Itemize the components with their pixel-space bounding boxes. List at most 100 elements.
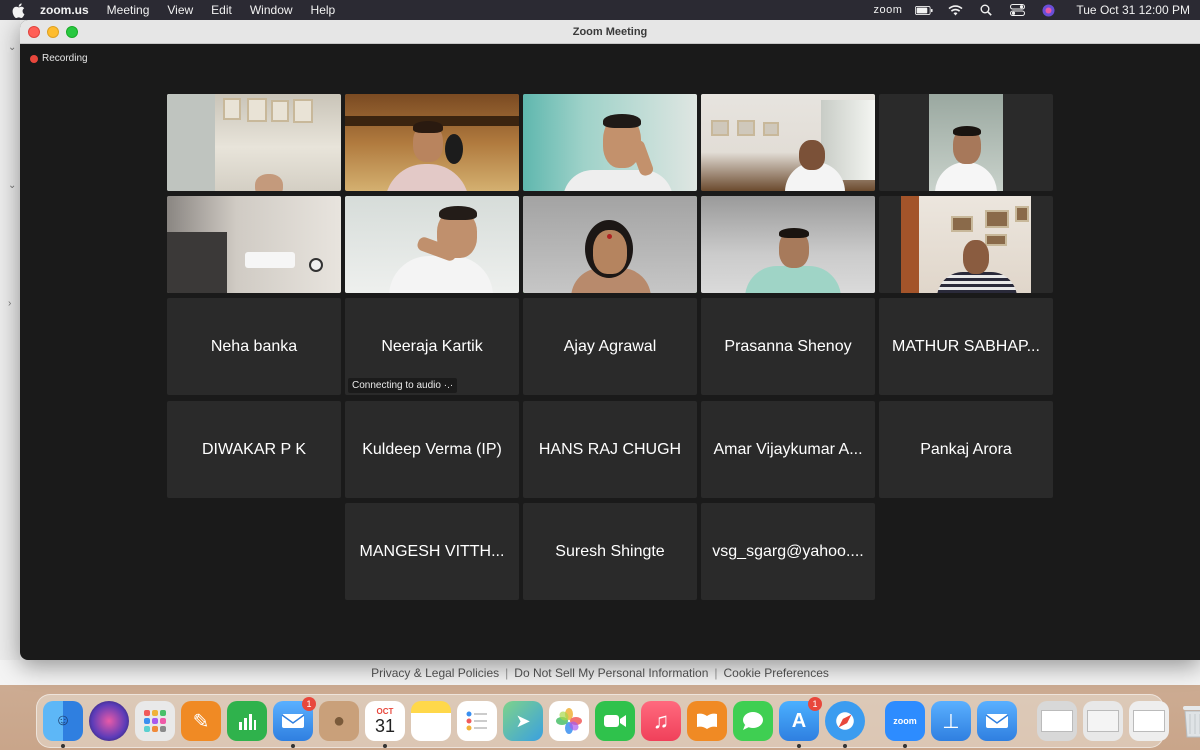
air-conditioner bbox=[245, 252, 295, 268]
video-tile-2[interactable] bbox=[345, 94, 519, 191]
notes-icon[interactable] bbox=[411, 701, 451, 741]
calendar-icon[interactable]: OCT 31 bbox=[365, 701, 405, 748]
privacy-link[interactable]: Privacy & Legal Policies bbox=[371, 666, 499, 680]
app-store-a-icon: A bbox=[791, 709, 807, 732]
stack-preview bbox=[1133, 710, 1165, 732]
participant-tile[interactable]: Ajay Agrawal bbox=[523, 298, 697, 395]
wall-certificate bbox=[247, 98, 267, 122]
zoom-status-item[interactable]: zoom bbox=[873, 4, 902, 16]
video-tile-1[interactable] bbox=[167, 94, 341, 191]
video-tile-10[interactable] bbox=[879, 196, 1053, 293]
menu-window[interactable]: Window bbox=[250, 3, 293, 17]
participant-tile[interactable]: Suresh Shingte bbox=[523, 503, 697, 600]
app-store-icon[interactable]: A 1 bbox=[779, 697, 822, 748]
minimize-window-button[interactable] bbox=[47, 26, 59, 38]
compass-icon bbox=[838, 714, 852, 728]
notification-badge: 1 bbox=[808, 697, 822, 711]
safari-icon[interactable] bbox=[825, 701, 865, 748]
running-indicator bbox=[797, 744, 801, 748]
close-window-button[interactable] bbox=[28, 26, 40, 38]
menu-edit[interactable]: Edit bbox=[211, 3, 232, 17]
books-icon[interactable] bbox=[687, 701, 727, 741]
bookshelf bbox=[901, 196, 919, 293]
video-feed bbox=[345, 94, 519, 191]
participant-tile[interactable]: DIWAKAR P K bbox=[167, 401, 341, 498]
background-page-sidebar: ⌄ ⌄ › bbox=[0, 20, 20, 685]
zoom-app-icon[interactable]: zoom bbox=[885, 701, 925, 748]
wall-certificate bbox=[293, 99, 313, 123]
chevron-right-icon: › bbox=[8, 298, 12, 309]
screenshots-stack-icon[interactable] bbox=[1129, 701, 1169, 741]
downloads-stack-icon[interactable] bbox=[1037, 701, 1077, 741]
participant-tile[interactable]: Amar Vijaykumar A... bbox=[701, 401, 875, 498]
launchpad-icon[interactable] bbox=[135, 701, 175, 741]
participant-tile[interactable]: Neha banka bbox=[167, 298, 341, 395]
video-tile-6[interactable] bbox=[167, 196, 341, 293]
footer-separator: | bbox=[714, 665, 718, 680]
reminders-icon[interactable] bbox=[457, 701, 497, 741]
battery-icon[interactable] bbox=[915, 4, 933, 16]
documents-stack-icon[interactable] bbox=[1083, 701, 1123, 741]
pen-icon: ✎ bbox=[192, 710, 210, 733]
menu-bar: zoom.us Meeting View Edit Window Help zo… bbox=[0, 0, 1200, 20]
keynote-icon[interactable]: ⊥ bbox=[931, 701, 971, 741]
siri-icon[interactable] bbox=[89, 701, 129, 741]
open-book-icon bbox=[697, 713, 717, 729]
envelope-icon bbox=[281, 714, 305, 728]
menu-help[interactable]: Help bbox=[311, 3, 336, 17]
pages-icon[interactable]: ✎ bbox=[181, 701, 221, 741]
video-tile-7[interactable] bbox=[345, 196, 519, 293]
finder-icon[interactable]: ☺ bbox=[43, 701, 83, 748]
participant-name: Pankaj Arora bbox=[920, 440, 1012, 458]
app-menu[interactable]: zoom.us bbox=[40, 3, 89, 17]
video-tile-9[interactable] bbox=[701, 196, 875, 293]
video-feed-shelf bbox=[167, 94, 215, 191]
control-center-icon[interactable] bbox=[1008, 4, 1026, 16]
apple-menu-icon[interactable] bbox=[10, 2, 26, 18]
wifi-icon[interactable] bbox=[946, 4, 964, 16]
messages-icon[interactable] bbox=[733, 701, 773, 741]
person-icon: ● bbox=[332, 709, 346, 732]
facetime-icon[interactable] bbox=[595, 701, 635, 741]
recording-dot-icon bbox=[30, 54, 38, 63]
participant-name: Neha banka bbox=[210, 337, 298, 355]
numbers-icon[interactable] bbox=[227, 701, 267, 741]
video-tile-4[interactable] bbox=[701, 94, 875, 191]
video-tile-3[interactable] bbox=[523, 94, 697, 191]
participant-tile[interactable]: Prasanna Shenoy bbox=[701, 298, 875, 395]
siri-menubar-icon[interactable] bbox=[1039, 4, 1057, 16]
recording-indicator[interactable]: Recording bbox=[30, 53, 88, 64]
spotlight-search-icon[interactable] bbox=[977, 4, 995, 16]
menu-meeting[interactable]: Meeting bbox=[107, 3, 150, 17]
bindi bbox=[607, 234, 612, 239]
participant-body bbox=[745, 266, 841, 293]
participant-hair bbox=[779, 228, 809, 238]
maps-icon[interactable]: ➤ bbox=[503, 701, 543, 741]
stack-preview bbox=[1087, 710, 1119, 732]
video-tile-active-speaker[interactable] bbox=[523, 196, 697, 293]
participant-tile[interactable]: MATHUR SABHAP... bbox=[879, 298, 1053, 395]
fullscreen-window-button[interactable] bbox=[66, 26, 78, 38]
mail-icon[interactable]: 1 bbox=[273, 697, 316, 748]
mail-alt-icon[interactable] bbox=[977, 701, 1017, 741]
menubar-clock[interactable]: Tue Oct 31 12:00 PM bbox=[1076, 3, 1190, 17]
music-icon[interactable]: ♫ bbox=[641, 701, 681, 741]
participant-body bbox=[389, 256, 493, 293]
participant-body bbox=[937, 272, 1017, 293]
participant-tile[interactable]: Neeraja Kartik Connecting to audio ·.· bbox=[345, 298, 519, 395]
menu-view[interactable]: View bbox=[167, 3, 193, 17]
participant-tile[interactable]: HANS RAJ CHUGH bbox=[523, 401, 697, 498]
participant-tile[interactable]: Pankaj Arora bbox=[879, 401, 1053, 498]
participant-tile[interactable]: vsg_sgarg@yahoo.... bbox=[701, 503, 875, 600]
map-arrow-icon: ➤ bbox=[515, 710, 531, 731]
do-not-sell-link[interactable]: Do Not Sell My Personal Information bbox=[514, 666, 708, 680]
participant-name: MANGESH VITTH... bbox=[359, 542, 505, 560]
trash-icon[interactable] bbox=[1175, 701, 1200, 741]
contacts-icon[interactable]: ● bbox=[319, 701, 359, 741]
photos-icon[interactable] bbox=[549, 701, 589, 741]
participant-tile[interactable]: MANGESH VITTH... bbox=[345, 503, 519, 600]
participant-tile[interactable]: Kuldeep Verma (IP) bbox=[345, 401, 519, 498]
video-tile-5[interactable] bbox=[879, 94, 1053, 191]
cabinet bbox=[167, 232, 227, 293]
cookie-preferences-link[interactable]: Cookie Preferences bbox=[724, 666, 829, 680]
